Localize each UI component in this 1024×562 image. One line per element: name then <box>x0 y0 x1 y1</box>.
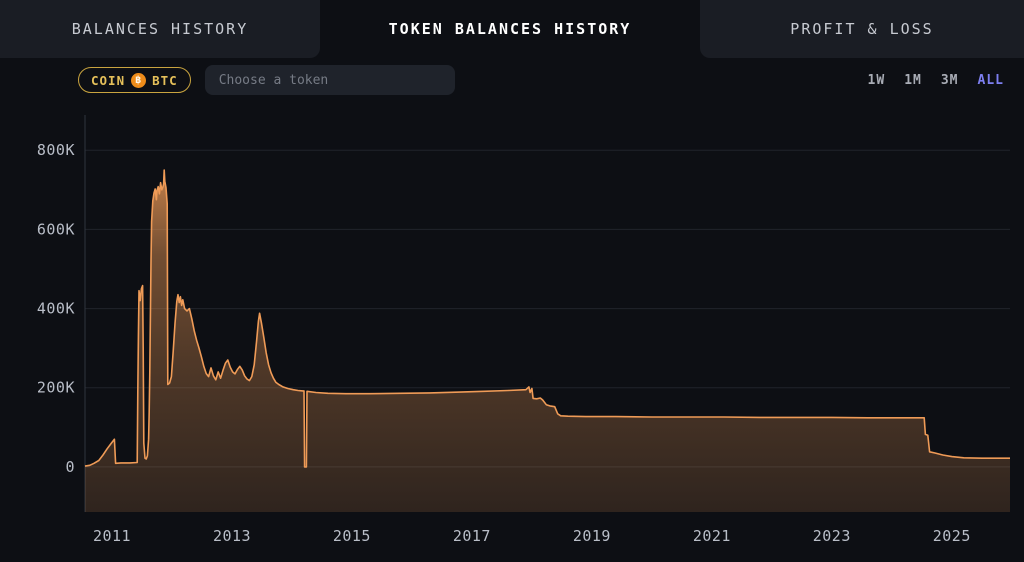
coin-badge-prefix-label: COIN <box>91 73 125 88</box>
btc-coin-icon: ฿ <box>131 73 146 88</box>
time-range-selector: 1W 1M 3M ALL <box>868 73 1008 88</box>
y-axis-tick-label: 800K <box>37 141 75 159</box>
range-1m-button[interactable]: 1M <box>904 73 922 88</box>
x-axis-tick-label: 2019 <box>573 527 611 545</box>
chart-controls-row: COIN ฿ BTC 1W 1M 3M ALL <box>0 58 1024 102</box>
coin-filter-badge[interactable]: COIN ฿ BTC <box>78 67 191 93</box>
y-axis-tick-label: 600K <box>37 220 75 238</box>
token-balance-area-chart[interactable]: 0 200K 400K 600K 800K 2011 2013 2015 2017 2019 202… <box>0 102 1024 562</box>
tab-profit-and-loss[interactable]: PROFIT & LOSS <box>700 0 1024 58</box>
x-axis-tick-label: 2011 <box>93 527 131 545</box>
x-axis-tick-label: 2021 <box>693 527 731 545</box>
x-axis-tick-label: 2023 <box>813 527 851 545</box>
x-axis-tick-label: 2015 <box>333 527 371 545</box>
tab-token-balances-history[interactable]: TOKEN BALANCES HISTORY <box>320 0 700 58</box>
coin-badge-symbol-label: BTC <box>152 73 178 88</box>
balance-area-fill <box>85 170 1010 512</box>
x-axis-tick-label: 2025 <box>933 527 971 545</box>
y-axis-tick-label: 0 <box>65 458 75 476</box>
y-axis-tick-label: 400K <box>37 300 75 318</box>
range-all-button[interactable]: ALL <box>978 73 1004 88</box>
y-axis-tick-label: 200K <box>37 379 75 397</box>
tab-balances-history[interactable]: BALANCES HISTORY <box>0 0 320 58</box>
tab-bar: BALANCES HISTORY TOKEN BALANCES HISTORY … <box>0 0 1024 58</box>
x-axis-tick-label: 2017 <box>453 527 491 545</box>
choose-token-input[interactable] <box>205 65 455 95</box>
x-axis-tick-label: 2013 <box>213 527 251 545</box>
range-3m-button[interactable]: 3M <box>941 73 959 88</box>
range-1w-button[interactable]: 1W <box>868 73 886 88</box>
